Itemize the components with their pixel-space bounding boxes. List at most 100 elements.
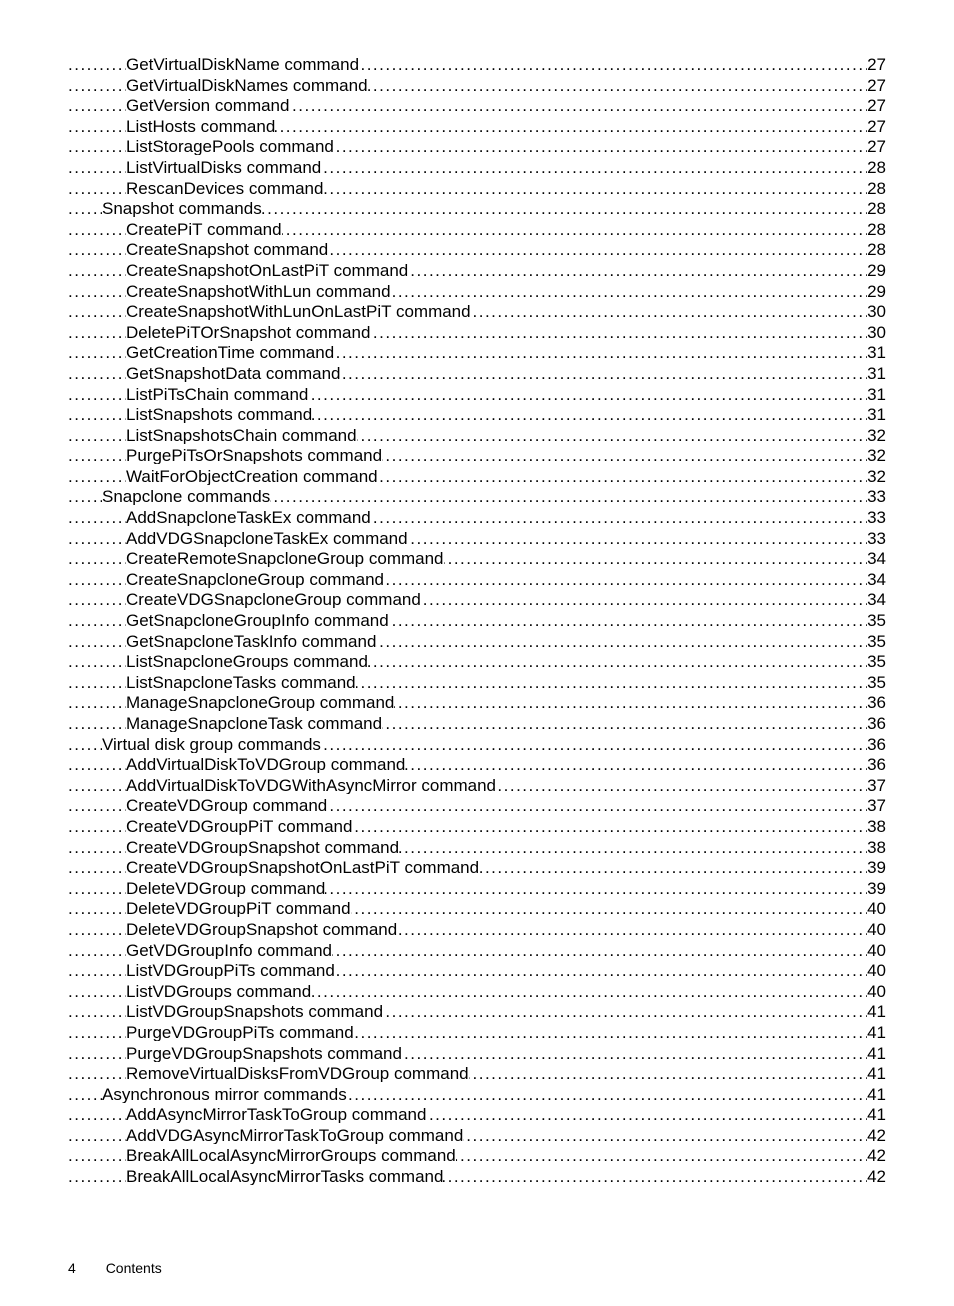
toc-entry-page: 32 [867, 427, 886, 444]
toc-entry-page: 34 [867, 571, 886, 588]
toc-entry-page: 27 [867, 97, 886, 114]
toc-entry[interactable]: 35GetSnapcloneTaskInfo command [68, 633, 886, 650]
page-container: 27GetVirtualDiskName command27GetVirtual… [0, 0, 954, 1306]
toc-entry-page: 41 [867, 1003, 886, 1020]
toc-entry[interactable]: 35 ListSnapcloneGroups command [68, 653, 886, 670]
toc-entry[interactable]: 37AddVirtualDiskToVDGWithAsyncMirror com… [68, 777, 886, 794]
toc-entry[interactable]: 28CreatePiT command [68, 221, 886, 238]
toc-entry[interactable]: 39CreateVDGroupSnapshotOnLastPiT command [68, 859, 886, 876]
toc-entry[interactable]: 28 Snapshot commands [68, 200, 886, 217]
toc-entry[interactable]: 34CreateSnapcloneGroup command [68, 571, 886, 588]
toc-entry[interactable]: 29CreateSnapshotOnLastPiT command [68, 262, 886, 279]
toc-entry[interactable]: 42AddVDGAsyncMirrorTaskToGroup command [68, 1127, 886, 1144]
toc-entry[interactable]: 31ListPiTsChain command [68, 386, 886, 403]
toc-entry[interactable]: 28ListVirtualDisks command [68, 159, 886, 176]
toc-entry-label: DeleteVDGroup command [126, 880, 325, 897]
toc-entry-label: ListVirtualDisks command [126, 159, 321, 176]
toc-entry[interactable]: 42BreakAllLocalAsyncMirrorGroups command [68, 1147, 886, 1164]
toc-entry[interactable]: 40DeleteVDGroupPiT command [68, 900, 886, 917]
toc-entry[interactable]: 35GetSnapcloneGroupInfo command [68, 612, 886, 629]
toc-entry[interactable]: 42BreakAllLocalAsyncMirrorTasks command [68, 1168, 886, 1185]
toc-entry[interactable]: 33AddVDGSnapcloneTaskEx command [68, 530, 886, 547]
toc-entry[interactable]: 38CreateVDGroupSnapshot command [68, 839, 886, 856]
toc-entry[interactable]: 32 WaitForObjectCreation command [68, 468, 886, 485]
toc-entry[interactable]: 27GetVirtualDiskName command [68, 56, 886, 73]
toc-entry-page: 41 [867, 1065, 886, 1082]
toc-entry-label: Snapshot commands [102, 200, 262, 217]
toc-entry-label: PurgeVDGroupSnapshots command [126, 1045, 402, 1062]
toc-entry-page: 41 [867, 1106, 886, 1123]
toc-entry-label: ListHosts command [126, 118, 275, 135]
toc-entry-label: WaitForObjectCreation command [126, 468, 378, 485]
toc-entry-page: 32 [867, 447, 886, 464]
toc-entry[interactable]: 27ListStoragePools command [68, 138, 886, 155]
toc-entry-label: ListPiTsChain command [126, 386, 308, 403]
toc-entry-label: GetSnapshotData command [126, 365, 341, 382]
toc-entry[interactable]: 34 CreateVDGSnapcloneGroup command [68, 591, 886, 608]
toc-entry[interactable]: 33Snapclone commands [68, 488, 886, 505]
toc-entry-page: 28 [867, 200, 886, 217]
toc-entry-page: 34 [867, 591, 886, 608]
toc-entry[interactable]: 41RemoveVirtualDisksFromVDGroup command [68, 1065, 886, 1082]
toc-entry-label: AddAsyncMirrorTaskToGroup command [126, 1106, 426, 1123]
toc-entry-label: CreateVDGSnapcloneGroup command [126, 591, 421, 608]
toc-entry[interactable]: 40GetVDGroupInfo command [68, 942, 886, 959]
toc-entry[interactable]: 41 AddAsyncMirrorTaskToGroup command [68, 1106, 886, 1123]
toc-entry[interactable]: 36AddVirtualDiskToVDGroup command [68, 756, 886, 773]
toc-entry-label: ListSnapshots command [126, 406, 312, 423]
toc-entry-label: GetVDGroupInfo command [126, 942, 332, 959]
toc-entry-label: CreateVDGroupPiT command [126, 818, 352, 835]
toc-entry[interactable]: 41PurgeVDGroupSnapshots command [68, 1045, 886, 1062]
toc-entry-label: ListVDGroupSnapshots command [126, 1003, 383, 1020]
toc-entry[interactable]: 40ListVDGroups command [68, 983, 886, 1000]
toc-entry-label: GetSnapcloneTaskInfo command [126, 633, 376, 650]
toc-entry-page: 27 [867, 138, 886, 155]
toc-entry-page: 32 [867, 468, 886, 485]
toc-entry[interactable]: 29CreateSnapshotWithLun command [68, 283, 886, 300]
toc-entry[interactable]: 37CreateVDGroup command [68, 797, 886, 814]
toc-entry[interactable]: 27GetVirtualDiskNames command [68, 77, 886, 94]
toc-entry-label: ListSnapcloneGroups command [126, 653, 368, 670]
toc-entry[interactable]: 41 ListVDGroupSnapshots command [68, 1003, 886, 1020]
toc-entry[interactable]: 32PurgePiTsOrSnapshots command [68, 447, 886, 464]
toc-entry[interactable]: 36Virtual disk group commands [68, 736, 886, 753]
toc-entry-label: AddVirtualDiskToVDGroup command [126, 756, 405, 773]
footer-page-number: 4 [68, 1260, 76, 1276]
toc-entry-page: 33 [867, 530, 886, 547]
toc-entry[interactable]: 28CreateSnapshot command [68, 241, 886, 258]
toc-entry[interactable]: 31GetCreationTime command [68, 344, 886, 361]
toc-entry[interactable]: 32ListSnapshotsChain command [68, 427, 886, 444]
toc-entry[interactable]: 41Asynchronous mirror commands [68, 1086, 886, 1103]
toc-entry-page: 39 [867, 880, 886, 897]
toc-entry[interactable]: 34CreateRemoteSnapcloneGroup command [68, 550, 886, 567]
toc-entry-page: 38 [867, 818, 886, 835]
toc-entry[interactable]: 30CreateSnapshotWithLunOnLastPiT command [68, 303, 886, 320]
toc-entry[interactable]: 27ListHosts command [68, 118, 886, 135]
toc-entry-page: 31 [867, 344, 886, 361]
toc-entry-label: PurgeVDGroupPiTs command [126, 1024, 354, 1041]
toc-entry[interactable]: 36ManageSnapcloneGroup command [68, 694, 886, 711]
toc-entry-label: CreateSnapshotWithLunOnLastPiT command [126, 303, 471, 320]
toc-entry-page: 35 [867, 653, 886, 670]
toc-entry[interactable]: 35ListSnapcloneTasks command [68, 674, 886, 691]
toc-entry-label: CreateSnapshotWithLun command [126, 283, 391, 300]
toc-entry[interactable]: 27GetVersion command [68, 97, 886, 114]
toc-entry-label: ManageSnapcloneGroup command [126, 694, 394, 711]
toc-entry[interactable]: 30DeletePiTOrSnapshot command [68, 324, 886, 341]
toc-entry[interactable]: 31ListSnapshots command [68, 406, 886, 423]
toc-entry-page: 41 [867, 1086, 886, 1103]
table-of-contents: 27GetVirtualDiskName command27GetVirtual… [68, 56, 886, 1185]
toc-entry[interactable]: 33AddSnapcloneTaskEx command [68, 509, 886, 526]
toc-entry[interactable]: 28RescanDevices command [68, 180, 886, 197]
toc-entry[interactable]: 31GetSnapshotData command [68, 365, 886, 382]
toc-entry[interactable]: 41PurgeVDGroupPiTs command [68, 1024, 886, 1041]
toc-entry[interactable]: 40ListVDGroupPiTs command [68, 962, 886, 979]
toc-entry-label: RescanDevices command [126, 180, 323, 197]
toc-entry-label: Virtual disk group commands [102, 736, 321, 753]
toc-entry-page: 36 [867, 715, 886, 732]
toc-entry[interactable]: 39 DeleteVDGroup command [68, 880, 886, 897]
toc-entry-label: GetVirtualDiskName command [126, 56, 359, 73]
toc-entry[interactable]: 36ManageSnapcloneTask command [68, 715, 886, 732]
toc-entry[interactable]: 40DeleteVDGroupSnapshot command [68, 921, 886, 938]
toc-entry[interactable]: 38 CreateVDGroupPiT command [68, 818, 886, 835]
